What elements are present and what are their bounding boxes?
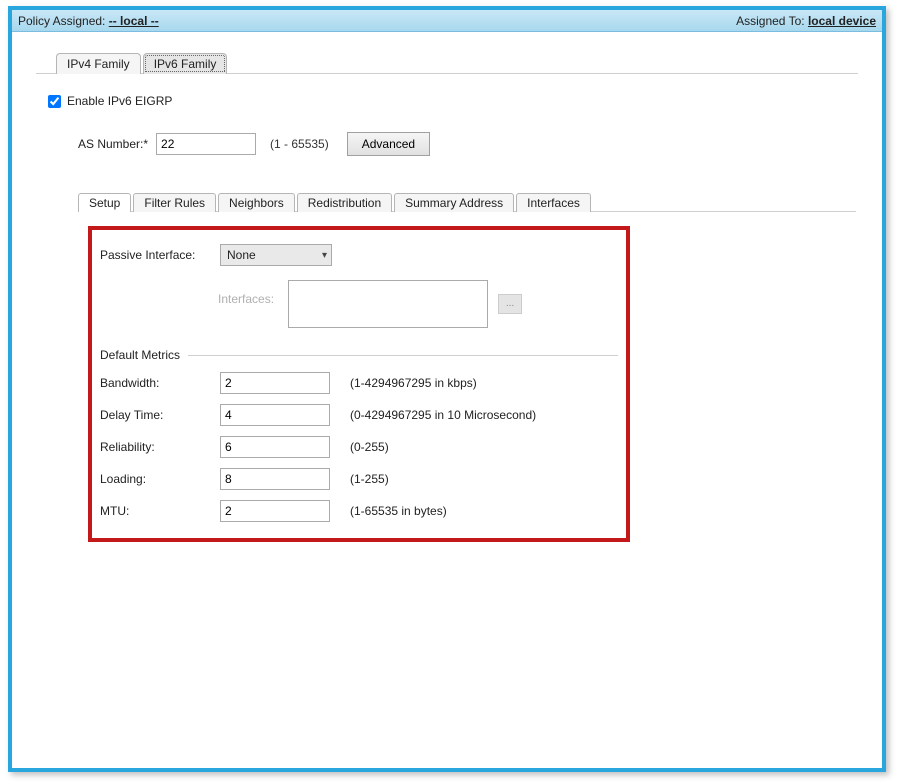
enable-ipv6-eigrp-checkbox[interactable] [48,95,61,108]
interfaces-browse-button[interactable]: ... [498,294,522,314]
titlebar: Policy Assigned: -- local -- Assigned To… [12,10,882,32]
as-number-range: (1 - 65535) [270,137,329,151]
ipv6-tab-content: Enable IPv6 EIGRP AS Number:* (1 - 65535… [36,73,858,556]
policy-assigned-label: Policy Assigned: [18,14,105,28]
passive-interface-label: Passive Interface: [100,248,220,262]
mtu-label: MTU: [100,504,220,518]
highlight-box: Passive Interface: None ▾ Interfaces: ..… [88,226,630,542]
assigned-to-label: Assigned To: [736,14,805,28]
reliability-label: Reliability: [100,440,220,454]
setup-tab-content: Passive Interface: None ▾ Interfaces: ..… [78,211,856,552]
loading-label: Loading: [100,472,220,486]
tab-setup[interactable]: Setup [78,193,131,212]
as-number-input[interactable] [156,133,256,155]
outer-tabs: IPv4 Family IPv6 Family [56,50,858,74]
loading-input[interactable] [220,468,330,490]
policy-assigned-link[interactable]: -- local -- [109,14,159,28]
bandwidth-label: Bandwidth: [100,376,220,390]
window-frame: Policy Assigned: -- local -- Assigned To… [8,6,886,772]
body-area: IPv4 Family IPv6 Family Enable IPv6 EIGR… [12,32,882,768]
tab-ipv4-family[interactable]: IPv4 Family [56,53,141,74]
delay-time-label: Delay Time: [100,408,220,422]
passive-interface-value: None [227,248,256,262]
mtu-range: (1-65535 in bytes) [350,504,447,518]
default-metrics-section-label: Default Metrics [100,348,180,362]
reliability-input[interactable] [220,436,330,458]
tab-redistribution[interactable]: Redistribution [297,193,392,212]
tab-interfaces[interactable]: Interfaces [516,193,591,212]
tab-summary-address[interactable]: Summary Address [394,193,514,212]
as-number-label: AS Number:* [78,137,148,151]
tab-ipv6-family[interactable]: IPv6 Family [143,53,228,74]
loading-range: (1-255) [350,472,389,486]
tab-neighbors[interactable]: Neighbors [218,193,295,212]
enable-ipv6-eigrp-label: Enable IPv6 EIGRP [67,94,172,108]
passive-interface-select[interactable]: None ▾ [220,244,332,266]
divider-line [188,355,618,356]
reliability-range: (0-255) [350,440,389,454]
inner-tabs: Setup Filter Rules Neighbors Redistribut… [78,190,856,212]
bandwidth-range: (1-4294967295 in kbps) [350,376,477,390]
delay-time-input[interactable] [220,404,330,426]
advanced-button[interactable]: Advanced [347,132,430,156]
interfaces-listbox[interactable] [288,280,488,328]
tab-filter-rules[interactable]: Filter Rules [133,193,216,212]
bandwidth-input[interactable] [220,372,330,394]
assigned-to-link[interactable]: local device [808,14,876,28]
interfaces-label: Interfaces: [218,280,274,306]
chevron-down-icon: ▾ [322,250,327,261]
delay-time-range: (0-4294967295 in 10 Microsecond) [350,408,536,422]
mtu-input[interactable] [220,500,330,522]
